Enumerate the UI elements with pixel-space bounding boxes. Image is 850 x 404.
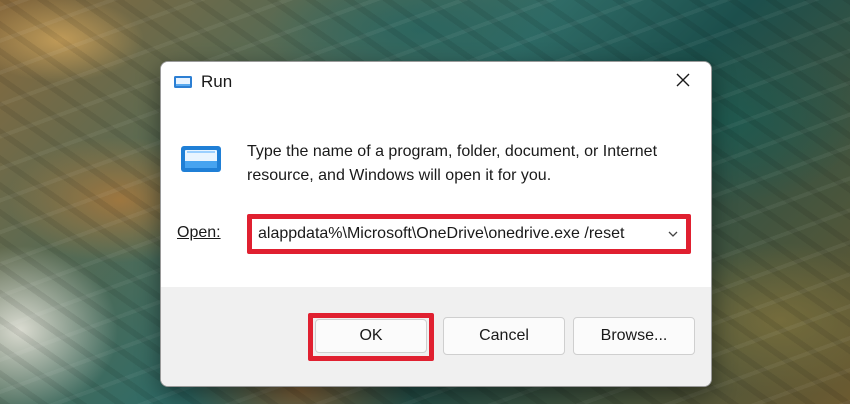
open-input[interactable] — [254, 221, 668, 247]
close-icon — [675, 72, 691, 93]
dialog-body: Type the name of a program, folder, docu… — [161, 102, 711, 287]
close-button[interactable] — [663, 66, 703, 98]
instructions-text: Type the name of a program, folder, docu… — [247, 143, 658, 184]
open-label: Open: — [177, 224, 221, 241]
run-dialog: Run Type the name of a program, folder, … — [160, 61, 712, 387]
window-title: Run — [201, 72, 233, 91]
chevron-down-icon[interactable] — [666, 227, 680, 241]
run-program-icon — [179, 144, 223, 174]
title-bar[interactable]: Run — [161, 62, 711, 102]
browse-label: Browse... — [600, 327, 668, 344]
browse-button[interactable]: Browse... — [573, 317, 695, 355]
run-icon — [173, 75, 193, 89]
ok-button[interactable]: OK — [315, 319, 427, 353]
cancel-button[interactable]: Cancel — [443, 317, 565, 355]
open-combobox[interactable] — [247, 214, 691, 254]
